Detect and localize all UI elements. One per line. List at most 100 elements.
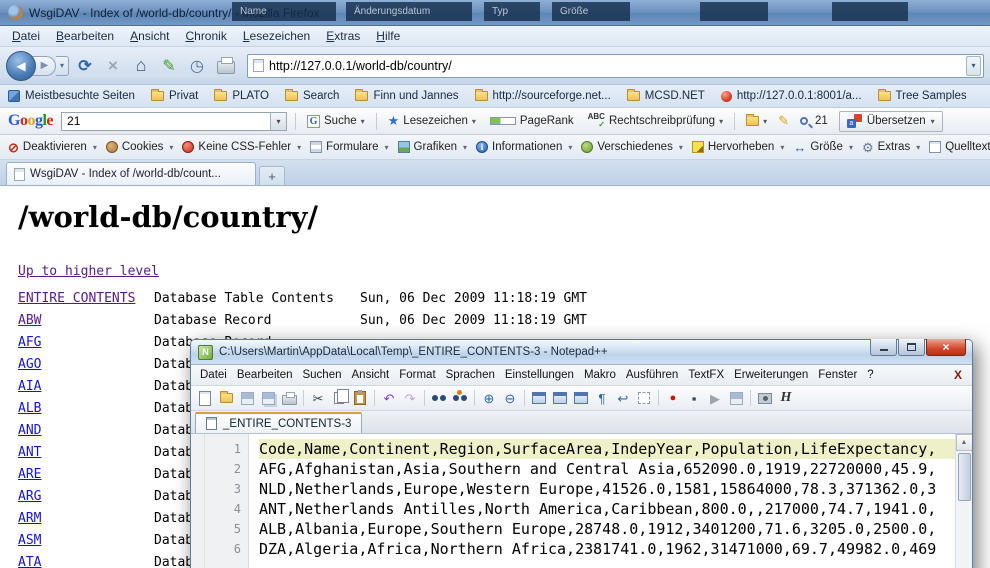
replace-icon[interactable] bbox=[451, 389, 469, 407]
entry-link[interactable]: ATA bbox=[18, 555, 41, 568]
menu-hilfe[interactable]: Hilfe bbox=[368, 27, 408, 45]
new-file-icon[interactable] bbox=[196, 389, 214, 407]
webdev-extras[interactable]: ⚙ Extras bbox=[858, 139, 924, 156]
paste-icon[interactable] bbox=[351, 389, 369, 407]
firefox-titlebar[interactable]: WsgiDAV - Index of /world-db/country/ - … bbox=[0, 0, 990, 26]
spellcheck-button[interactable]: ABC Rechtschreibprüfung ▾ bbox=[585, 111, 726, 131]
webdev-hervorheben[interactable]: Hervorheben bbox=[688, 139, 789, 155]
menu-datei[interactable]: Datei bbox=[4, 27, 48, 45]
webdev-quelltext[interactable]: Quelltext bbox=[925, 139, 990, 155]
record-macro-icon[interactable]: ● bbox=[664, 389, 682, 407]
save-all-icon[interactable] bbox=[259, 389, 277, 407]
npp-menu-datei[interactable]: Datei bbox=[195, 367, 232, 383]
entry-link[interactable]: ANT bbox=[18, 445, 41, 460]
scroll-up-button[interactable]: ▲ bbox=[956, 434, 973, 451]
save-icon[interactable] bbox=[238, 389, 256, 407]
vertical-scrollbar[interactable]: ▲ bbox=[955, 434, 972, 568]
code-line[interactable]: AFG,Afghanistan,Asia,Southern and Centra… bbox=[259, 459, 955, 479]
npp-menu-einstellungen[interactable]: Einstellungen bbox=[500, 367, 579, 383]
save-macro-icon[interactable] bbox=[727, 389, 745, 407]
up-to-higher-level-link[interactable]: Up to higher level bbox=[18, 264, 159, 279]
code-line[interactable]: Code,Name,Continent,Region,SurfaceArea,I… bbox=[259, 439, 955, 459]
google-search-input[interactable]: 21 ▾ bbox=[61, 112, 287, 131]
google-bookmarks-button[interactable]: ★ Lesezeichen ▾ bbox=[385, 111, 479, 131]
result-count-indicator[interactable]: 21 bbox=[797, 113, 831, 129]
zoom-out-icon[interactable]: ⊖ bbox=[501, 389, 519, 407]
npp-menu-format[interactable]: Format bbox=[394, 367, 440, 383]
new-tab-button[interactable]: + bbox=[259, 166, 285, 185]
entry-link[interactable]: ABW bbox=[18, 313, 41, 328]
document-tab[interactable]: _ENTIRE_CONTENTS-3 bbox=[195, 412, 362, 433]
bookmark-privat[interactable]: Privat bbox=[151, 90, 198, 102]
bookmark-finn-und-jannes[interactable]: Finn und Jannes bbox=[355, 90, 458, 102]
menu-bearbeiten[interactable]: Bearbeiten bbox=[48, 27, 122, 45]
maximize-button[interactable] bbox=[898, 339, 925, 356]
show-symbols-icon[interactable]: ¶ bbox=[593, 389, 611, 407]
webdev-verschiedenes[interactable]: Verschiedenes bbox=[577, 139, 686, 155]
code-line[interactable]: DZA,Algeria,Africa,Northern Africa,23817… bbox=[259, 539, 955, 559]
recent-pages-dropdown[interactable]: ▾ bbox=[56, 56, 69, 76]
sync-view-icon[interactable] bbox=[530, 389, 548, 407]
feed-pencil-button[interactable]: ✎ bbox=[157, 53, 181, 79]
webdev-formulare[interactable]: Formulare bbox=[306, 139, 392, 155]
sync-scroll-h-icon[interactable] bbox=[572, 389, 590, 407]
webdev-informationen[interactable]: i Informationen bbox=[472, 139, 576, 155]
send-to-button[interactable]: ▾ bbox=[743, 114, 770, 128]
cut-icon[interactable]: ✂ bbox=[309, 389, 327, 407]
translate-button[interactable]: Übersetzen ▾ bbox=[839, 111, 943, 132]
code-line[interactable]: ALB,Albania,Europe,Southern Europe,28748… bbox=[259, 519, 955, 539]
search-history-dropdown[interactable]: ▾ bbox=[270, 113, 286, 130]
webdev-cookies[interactable]: Cookies bbox=[102, 139, 178, 155]
npp-menu-textfx[interactable]: TextFX bbox=[683, 367, 729, 383]
npp-menu-suchen[interactable]: Suchen bbox=[297, 367, 346, 383]
webdev-css-fehler[interactable]: Keine CSS-Fehler bbox=[178, 139, 305, 155]
webdev-groesse[interactable]: ↔ Größe bbox=[789, 139, 857, 156]
bookmark-tree-samples[interactable]: Tree Samples bbox=[878, 90, 967, 102]
bookmark-mcsd-net[interactable]: MCSD.NET bbox=[627, 90, 705, 102]
entry-link[interactable]: ARM bbox=[18, 511, 41, 526]
html-icon[interactable]: H bbox=[777, 389, 795, 407]
npp-menu-ansicht[interactable]: Ansicht bbox=[347, 367, 395, 383]
entry-link[interactable]: ASM bbox=[18, 533, 41, 548]
entry-link[interactable]: AIA bbox=[18, 379, 41, 394]
tab-wsgidav[interactable]: WsgiDAV - Index of /world-db/count... bbox=[6, 162, 256, 185]
bookmark-most-visited[interactable]: Meistbesuchte Seiten bbox=[8, 90, 135, 102]
pagerank-widget[interactable]: PageRank bbox=[487, 113, 577, 129]
home-button[interactable]: ⌂ bbox=[129, 53, 153, 79]
menu-ansicht[interactable]: Ansicht bbox=[122, 27, 177, 45]
entry-link[interactable]: AGO bbox=[18, 357, 41, 372]
menu-extras[interactable]: Extras bbox=[318, 27, 368, 45]
entry-link[interactable]: ARG bbox=[18, 489, 41, 504]
history-clock-button[interactable]: ◷ bbox=[185, 53, 209, 79]
indent-guide-icon[interactable] bbox=[635, 389, 653, 407]
scroll-thumb[interactable] bbox=[958, 453, 971, 501]
google-search-button[interactable]: G Suche ▾ bbox=[304, 113, 368, 130]
npp-menu-bearbeiten[interactable]: Bearbeiten bbox=[232, 367, 298, 383]
reload-button[interactable]: ⟳ bbox=[73, 53, 97, 79]
npp-menu-help[interactable]: ? bbox=[862, 367, 878, 383]
stop-button[interactable]: × bbox=[101, 53, 125, 79]
entry-link[interactable]: ALB bbox=[18, 401, 41, 416]
find-icon[interactable] bbox=[430, 389, 448, 407]
bookmark-sourceforge[interactable]: http://sourceforge.net... bbox=[475, 90, 611, 102]
entry-link[interactable]: AND bbox=[18, 423, 41, 438]
play-macro-icon[interactable]: ▶ bbox=[706, 389, 724, 407]
npp-menu-sprachen[interactable]: Sprachen bbox=[441, 367, 500, 383]
url-dropdown-button[interactable]: ▾ bbox=[966, 56, 981, 76]
webdev-grafiken[interactable]: Grafiken bbox=[394, 139, 471, 155]
sync-scroll-v-icon[interactable] bbox=[551, 389, 569, 407]
menu-lesezeichen[interactable]: Lesezeichen bbox=[235, 27, 318, 45]
menu-chronik[interactable]: Chronik bbox=[177, 27, 234, 45]
google-search-value[interactable]: 21 bbox=[62, 114, 270, 128]
npp-menu-fenster[interactable]: Fenster bbox=[813, 367, 862, 383]
screenshot-icon[interactable] bbox=[756, 389, 774, 407]
word-wrap-icon[interactable]: ↩ bbox=[614, 389, 632, 407]
npp-menu-makro[interactable]: Makro bbox=[579, 367, 621, 383]
webdev-deaktivieren[interactable]: ⊘ Deaktivieren bbox=[4, 139, 101, 156]
code-line[interactable]: ANT,Netherlands Antilles,North America,C… bbox=[259, 499, 955, 519]
close-button[interactable]: × bbox=[926, 339, 966, 356]
open-folder-icon[interactable] bbox=[217, 389, 235, 407]
bookmark-localhost-8001[interactable]: http://127.0.0.1:8001/a... bbox=[721, 90, 862, 102]
npp-menu-erweiterungen[interactable]: Erweiterungen bbox=[729, 367, 813, 383]
print-button[interactable] bbox=[213, 53, 239, 79]
